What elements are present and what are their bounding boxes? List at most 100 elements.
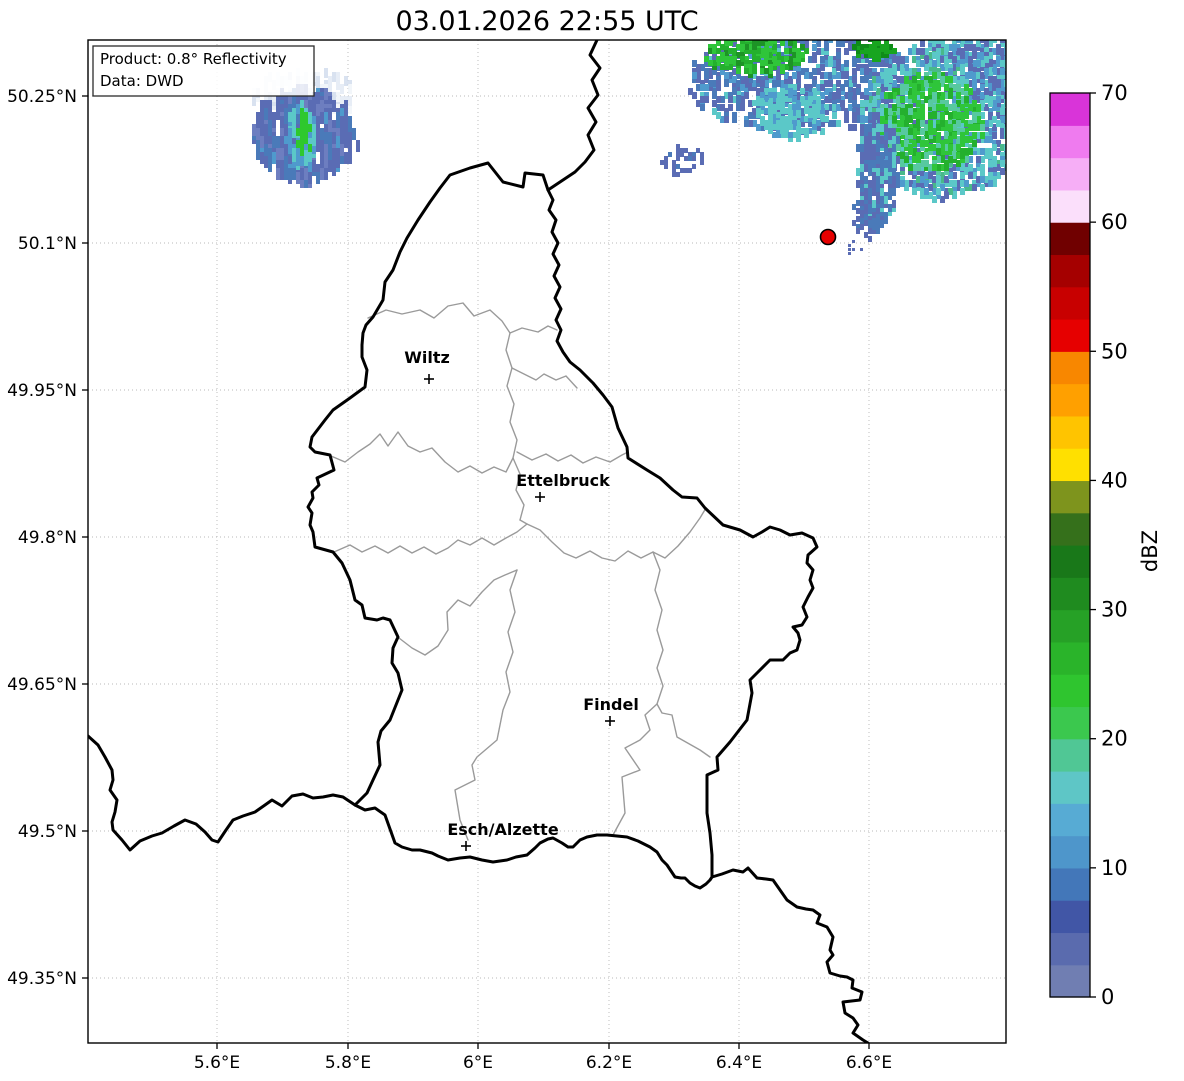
radar-pixel	[784, 108, 789, 114]
radar-pixel	[884, 172, 888, 180]
radar-pixel	[692, 156, 696, 161]
colorbar-segment	[1050, 835, 1090, 869]
radar-pixel	[716, 80, 721, 87]
radar-pixel	[736, 60, 741, 66]
radar-pixel	[336, 116, 340, 128]
radar-pixel	[852, 204, 856, 210]
radar-pixel	[340, 132, 344, 144]
radar-pixel	[288, 168, 292, 180]
radar-pixel	[884, 44, 889, 50]
radar-pixel	[864, 176, 868, 184]
radar-pixel	[948, 112, 953, 119]
colorbar-segment	[1050, 125, 1090, 159]
radar-pixel	[760, 120, 765, 126]
radar-pixel	[760, 92, 765, 98]
radar-pixel	[852, 248, 855, 251]
radar-pixel	[768, 100, 773, 106]
radar-pixel	[976, 156, 981, 163]
radar-pixel	[272, 152, 276, 164]
radar-pixel	[876, 76, 881, 83]
radar-pixel	[884, 140, 888, 148]
radar-pixel	[936, 148, 941, 155]
radar-pixel	[972, 140, 977, 147]
radar-pixel	[940, 76, 945, 83]
radar-pixel	[828, 56, 833, 63]
radar-pixel	[848, 124, 853, 131]
radar-pixel	[744, 68, 749, 74]
radar-pixel	[336, 136, 340, 148]
radar-pixel	[860, 136, 864, 144]
radar-pixel	[344, 152, 348, 164]
radar-pixel	[864, 48, 869, 54]
radar-pixel	[684, 168, 688, 173]
y-axis-tick-label: 49.35°N	[7, 969, 77, 989]
radar-pixel	[928, 76, 933, 83]
radar-pixel	[312, 136, 316, 146]
radar-pixel	[896, 172, 900, 180]
radar-pixel	[936, 48, 941, 55]
colorbar-unit-label: dBZ	[1138, 530, 1162, 572]
radar-pixel	[308, 124, 312, 132]
radar-pixel	[868, 208, 872, 214]
radar-pixel	[300, 168, 304, 180]
radar-pixel	[296, 104, 300, 114]
radar-pixel	[760, 40, 765, 46]
radar-pixel	[768, 40, 773, 46]
radar-pixel	[672, 164, 676, 169]
radar-pixel	[308, 144, 312, 152]
x-axis-tick-label: 5.6°E	[194, 1053, 240, 1073]
radar-pixel	[344, 76, 348, 86]
radar-pixel	[676, 156, 680, 161]
colorbar-segment	[1050, 641, 1090, 675]
radar-pixel	[888, 156, 892, 164]
radar-pixel	[916, 164, 921, 171]
radar-pixel	[980, 176, 985, 183]
radar-pixel	[896, 136, 900, 144]
radar-pixel	[868, 236, 872, 242]
radar-pixel	[972, 132, 977, 139]
radar-pixel	[728, 48, 733, 54]
radar-pixel	[320, 100, 324, 112]
radar-pixel	[288, 128, 292, 138]
radar-pixel	[336, 156, 340, 168]
radar-pixel	[280, 148, 284, 160]
radar-pixel	[800, 52, 805, 58]
radar-pixel	[812, 68, 817, 75]
radar-pixel	[692, 72, 697, 79]
radar-pixel	[864, 68, 869, 75]
radar-pixel	[304, 112, 308, 120]
radar-pixel	[912, 188, 917, 195]
radar-pixel	[864, 124, 868, 132]
radar-pixel	[872, 152, 876, 160]
radar-pixel	[948, 92, 953, 99]
radar-pixel	[796, 132, 801, 138]
radar-pixel	[820, 64, 825, 71]
radar-pixel	[260, 100, 264, 112]
radar-pixel	[836, 60, 841, 67]
radar-pixel	[864, 204, 868, 210]
radar-pixel	[268, 148, 272, 160]
radar-pixel	[808, 96, 813, 102]
radar-pixel	[968, 56, 973, 63]
radar-pixel	[972, 48, 977, 55]
radar-pixel	[868, 168, 872, 176]
radar-pixel	[736, 68, 741, 74]
radar-pixel	[848, 252, 851, 255]
colorbar-segment	[1050, 512, 1090, 546]
colorbar-segment	[1050, 222, 1090, 256]
colorbar-segment	[1050, 415, 1090, 449]
radar-pixel	[964, 44, 969, 51]
product-info-line2: Data: DWD	[100, 72, 184, 90]
radar-pixel	[996, 44, 1001, 51]
radar-pixel	[300, 136, 304, 144]
city-label: Wiltz	[404, 348, 450, 367]
radar-pixel	[952, 44, 957, 51]
radar-pixel	[320, 128, 324, 140]
radar-pixel	[920, 128, 925, 135]
radar-pixel	[932, 60, 937, 67]
radar-pixel	[912, 84, 917, 91]
radar-pixel	[256, 148, 260, 160]
radar-pixel	[304, 136, 308, 144]
radar-pixel	[856, 216, 860, 222]
radar-pixel	[940, 112, 945, 119]
